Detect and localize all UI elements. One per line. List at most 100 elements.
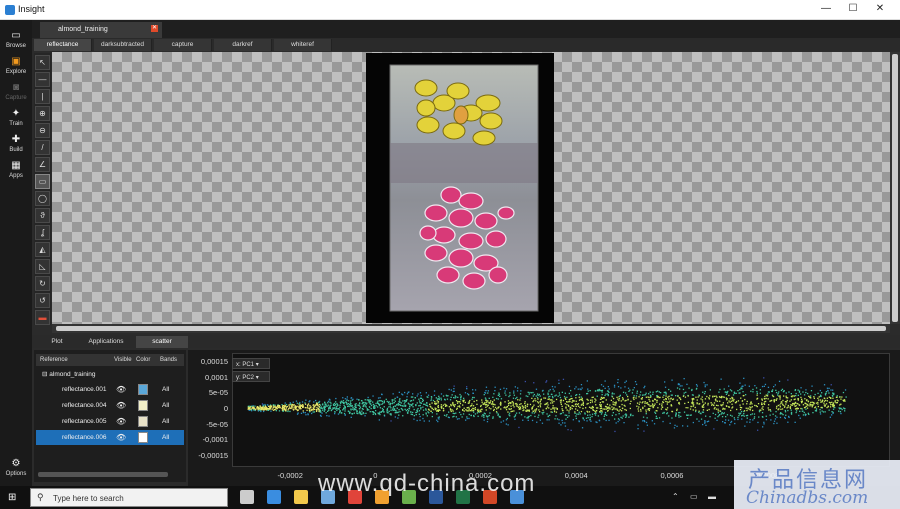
scatter-point: [597, 415, 599, 417]
header-color[interactable]: Color: [136, 357, 150, 363]
scatter-point: [820, 401, 822, 403]
scatter-point: [409, 403, 411, 406]
scatter-point: [463, 410, 465, 412]
scatter-point: [778, 391, 780, 393]
edge-icon[interactable]: [267, 490, 281, 504]
windows-start-icon[interactable]: ⊞: [8, 492, 16, 503]
reference-horizontal-scrollbar[interactable]: [38, 472, 168, 477]
tab-darkref[interactable]: darkref: [214, 39, 272, 51]
zoom-out-icon[interactable]: ⊖: [35, 123, 50, 138]
angle-icon[interactable]: ∠: [35, 157, 50, 172]
tab-capture[interactable]: capture: [154, 39, 212, 51]
scatter-point: [281, 407, 284, 410]
pen-icon[interactable]: /: [35, 140, 50, 155]
sidebar-item-train[interactable]: ✦ Train: [0, 106, 32, 132]
color-swatch[interactable]: [138, 400, 148, 411]
tab-reflectance[interactable]: reflectance: [34, 39, 92, 51]
sidebar-item-options[interactable]: ⚙ Options: [0, 456, 32, 482]
tab-whiteref[interactable]: whiteref: [274, 39, 332, 51]
sidebar-item-browse[interactable]: ▭ Browse: [0, 28, 32, 54]
scroll-thumb[interactable]: [892, 54, 898, 322]
taskbar-search[interactable]: ⚲ Type here to search: [30, 488, 228, 507]
close-button[interactable]: ✕: [872, 3, 888, 14]
tab-applications[interactable]: Applications: [82, 336, 130, 348]
canvas-vertical-scrollbar[interactable]: [890, 52, 900, 324]
y-axis-select[interactable]: y: PC2 ▾: [232, 371, 270, 382]
erase-icon[interactable]: ◺: [35, 259, 50, 274]
scatter-point: [679, 388, 681, 390]
table-row[interactable]: reflectance.001 👁 All: [36, 382, 184, 397]
header-bands[interactable]: Bands: [160, 357, 177, 363]
eye-icon[interactable]: 👁: [116, 417, 126, 426]
network-icon[interactable]: ▭: [690, 492, 698, 501]
scatter-point: [323, 410, 325, 412]
line-h-icon[interactable]: —: [35, 72, 50, 87]
scatter-point: [829, 406, 832, 408]
maximize-button[interactable]: ☐: [845, 3, 861, 14]
task-view-icon[interactable]: [240, 490, 254, 504]
scatter-point: [594, 398, 596, 400]
sidebar-item-capture[interactable]: ◙ Capture: [0, 80, 32, 106]
scatter-plot-area[interactable]: [232, 353, 890, 467]
color-swatch[interactable]: [138, 432, 148, 443]
sidebar-item-apps[interactable]: ▦ Apps: [0, 158, 32, 184]
table-row[interactable]: reflectance.006 👁 All: [36, 430, 184, 445]
tab-darksubtracted[interactable]: darksubtracted: [94, 39, 152, 51]
table-row[interactable]: reflectance.005 👁 All: [36, 414, 184, 429]
tree-root[interactable]: ⊟ almond_training: [42, 370, 96, 378]
bands-value[interactable]: All: [162, 402, 169, 409]
zoom-in-icon[interactable]: ⊕: [35, 106, 50, 121]
pointer-icon[interactable]: ↖: [35, 55, 50, 70]
tab-scatter[interactable]: scatter: [136, 336, 188, 348]
scatter-point: [663, 412, 665, 414]
scatter-point: [772, 395, 774, 397]
scatter-point: [493, 399, 495, 401]
tab-plot[interactable]: Plot: [42, 336, 72, 348]
x-axis-select[interactable]: x: PC1 ▾: [232, 358, 270, 369]
tray-chevron-icon[interactable]: ⌃: [672, 492, 679, 501]
header-reference[interactable]: Reference: [40, 357, 68, 363]
scatter-point: [339, 404, 341, 406]
battery-icon[interactable]: ▬: [708, 492, 716, 501]
scatter-point: [635, 397, 637, 399]
table-row[interactable]: reflectance.004 👁 All: [36, 398, 184, 413]
scatter-point: [783, 390, 785, 392]
bands-value[interactable]: All: [162, 434, 169, 441]
header-visible[interactable]: Visible: [114, 357, 132, 363]
eye-icon[interactable]: 👁: [116, 385, 126, 394]
scatter-point: [620, 387, 622, 389]
sidebar-item-explore[interactable]: ▣ Explore: [0, 54, 32, 80]
eye-icon[interactable]: 👁: [116, 401, 126, 410]
rotate-cw-icon[interactable]: ↻: [35, 276, 50, 291]
file-explorer-icon[interactable]: [294, 490, 308, 504]
scatter-point: [606, 390, 609, 392]
line-v-icon[interactable]: |: [35, 89, 50, 104]
fill-icon[interactable]: ◭: [35, 242, 50, 257]
scroll-thumb[interactable]: [56, 326, 886, 331]
color-swatch[interactable]: [138, 416, 148, 427]
scatter-point: [702, 391, 704, 393]
scatter-point: [375, 410, 377, 412]
bands-value[interactable]: All: [162, 418, 169, 425]
lasso-icon[interactable]: ϑ: [35, 208, 50, 223]
rectangle-icon[interactable]: ▭: [35, 174, 50, 189]
tool-palette: ↖ — | ⊕ ⊖ / ∠ ▭ ◯ ϑ ʆ ◭ ◺ ↻ ↺ ▬: [34, 53, 51, 325]
scatter-point: [721, 416, 724, 418]
scatter-point: [387, 401, 390, 403]
color-swatch[interactable]: [138, 384, 148, 395]
close-tab-icon[interactable]: ✕: [151, 25, 158, 32]
scatter-point: [580, 399, 582, 401]
minimize-button[interactable]: —: [818, 3, 834, 14]
color-icon[interactable]: ▬: [35, 310, 50, 325]
freehand-icon[interactable]: ʆ: [35, 225, 50, 240]
bands-value[interactable]: All: [162, 386, 169, 393]
ellipse-icon[interactable]: ◯: [35, 191, 50, 206]
eye-icon[interactable]: 👁: [116, 433, 126, 442]
document-tab[interactable]: almond_training ✕: [40, 22, 162, 38]
scatter-point: [513, 406, 515, 408]
scatter-point: [845, 396, 847, 398]
rotate-ccw-icon[interactable]: ↺: [35, 293, 50, 308]
canvas-horizontal-scrollbar[interactable]: [52, 324, 890, 333]
scatter-point: [713, 402, 716, 404]
sidebar-item-build[interactable]: ✚ Build: [0, 132, 32, 158]
